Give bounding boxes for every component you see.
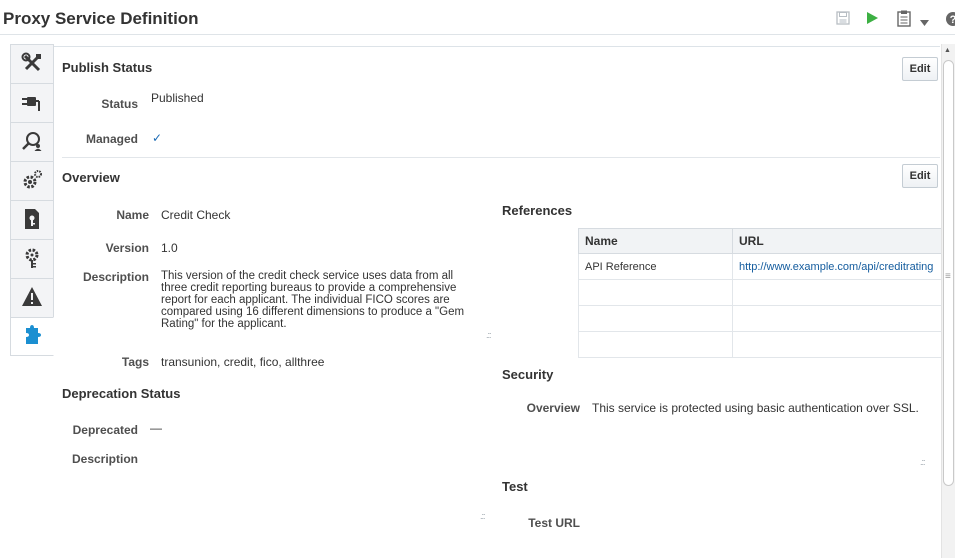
publish-edit-button[interactable]: Edit <box>902 57 938 81</box>
description-line: three credit reporting bureaus to provid… <box>161 282 457 294</box>
column-header-name[interactable]: Name <box>578 228 733 254</box>
reference-url-link <box>732 279 942 306</box>
page-title: Proxy Service Definition <box>3 9 199 28</box>
resize-grip-icon[interactable]: .:: <box>486 330 491 340</box>
nav-item-security[interactable] <box>10 239 54 278</box>
reference-name-cell <box>578 279 733 306</box>
reference-url-link[interactable]: http://www.example.com/api/creditrating <box>732 253 942 280</box>
status-value: Published <box>151 91 204 105</box>
table-row[interactable] <box>578 331 942 358</box>
run-icon[interactable] <box>865 11 879 28</box>
help-icon[interactable]: ? <box>945 11 955 30</box>
tools-icon <box>21 52 43 77</box>
nav-item-configuration[interactable] <box>10 44 54 83</box>
reference-name-cell: API Reference <box>578 253 733 280</box>
managed-checkmark: ✓ <box>152 131 163 145</box>
table-row[interactable]: API Reference http://www.example.com/api… <box>578 253 942 280</box>
security-overview-label: Overview <box>526 401 580 415</box>
content-panel: Publish Status Edit Status Published Man… <box>54 46 942 558</box>
test-heading: Test <box>502 479 528 494</box>
deprecation-status-heading: Deprecation Status <box>62 386 181 401</box>
references-heading: References <box>502 203 573 218</box>
nav-item-transport[interactable] <box>10 83 54 122</box>
table-header-row: Name URL <box>578 228 942 254</box>
scrollbar-grip-icon: ≡ <box>945 271 951 282</box>
clipboard-icon[interactable] <box>897 10 911 30</box>
resize-grip-icon[interactable]: .:: <box>920 457 925 467</box>
document-key-icon <box>22 208 42 233</box>
name-label: Name <box>116 208 149 222</box>
tags-value: transunion, credit, fico, allthree <box>161 355 325 369</box>
references-table: Name URL API Reference http://www.exampl… <box>578 228 942 358</box>
deprecated-label: Deprecated <box>72 423 138 437</box>
puzzle-icon <box>22 324 42 349</box>
security-heading: Security <box>502 367 554 382</box>
nav-item-discovery[interactable] <box>10 122 54 161</box>
save-icon[interactable] <box>836 11 850 28</box>
description-line: Rating" for the applicant. <box>161 318 287 330</box>
table-row[interactable] <box>578 305 942 332</box>
name-value: Credit Check <box>161 208 231 222</box>
description-value: This version of the credit check service… <box>161 270 491 330</box>
reference-url-link <box>732 331 942 358</box>
security-overview-value: This service is protected using basic au… <box>592 401 919 415</box>
nav-item-alerts[interactable] <box>10 278 54 317</box>
nav-item-extensions[interactable] <box>10 317 54 356</box>
description-line: report for each applicant. The individua… <box>161 294 450 306</box>
chevron-down-icon[interactable] <box>920 15 929 29</box>
overview-edit-button[interactable]: Edit <box>902 164 938 188</box>
nav-item-advanced[interactable] <box>10 161 54 200</box>
description-line: compared using 16 different dimensions t… <box>161 306 465 318</box>
managed-label: Managed <box>85 132 138 146</box>
description-line: This version of the credit check service… <box>161 270 454 282</box>
reference-name-cell <box>578 305 733 332</box>
description-label: Description <box>82 270 149 284</box>
title-divider <box>0 34 955 35</box>
publish-status-heading: Publish Status <box>62 60 153 75</box>
scroll-up-arrow-icon[interactable]: ▲ <box>944 47 951 54</box>
deprecation-description-label: Description <box>71 452 138 466</box>
plug-icon <box>21 91 43 116</box>
svg-text:?: ? <box>950 14 955 26</box>
reference-name-cell <box>578 331 733 358</box>
status-label: Status <box>101 97 138 111</box>
nav-item-policies[interactable] <box>10 200 54 239</box>
deprecated-value: — <box>150 421 162 435</box>
overview-heading: Overview <box>62 170 120 185</box>
version-value: 1.0 <box>161 241 178 255</box>
reference-url-link <box>732 305 942 332</box>
warning-icon <box>21 286 43 311</box>
gears-icon <box>21 169 43 194</box>
search-person-icon <box>21 130 43 155</box>
resize-grip-icon[interactable]: .:: <box>480 511 485 521</box>
security-gear-icon <box>22 247 42 272</box>
test-url-label: Test URL <box>528 516 580 530</box>
version-label: Version <box>105 241 149 255</box>
table-row[interactable] <box>578 279 942 306</box>
vertical-nav <box>10 44 54 356</box>
section-divider <box>62 157 940 158</box>
column-header-url[interactable]: URL <box>732 228 942 254</box>
tags-label: Tags <box>121 355 149 369</box>
